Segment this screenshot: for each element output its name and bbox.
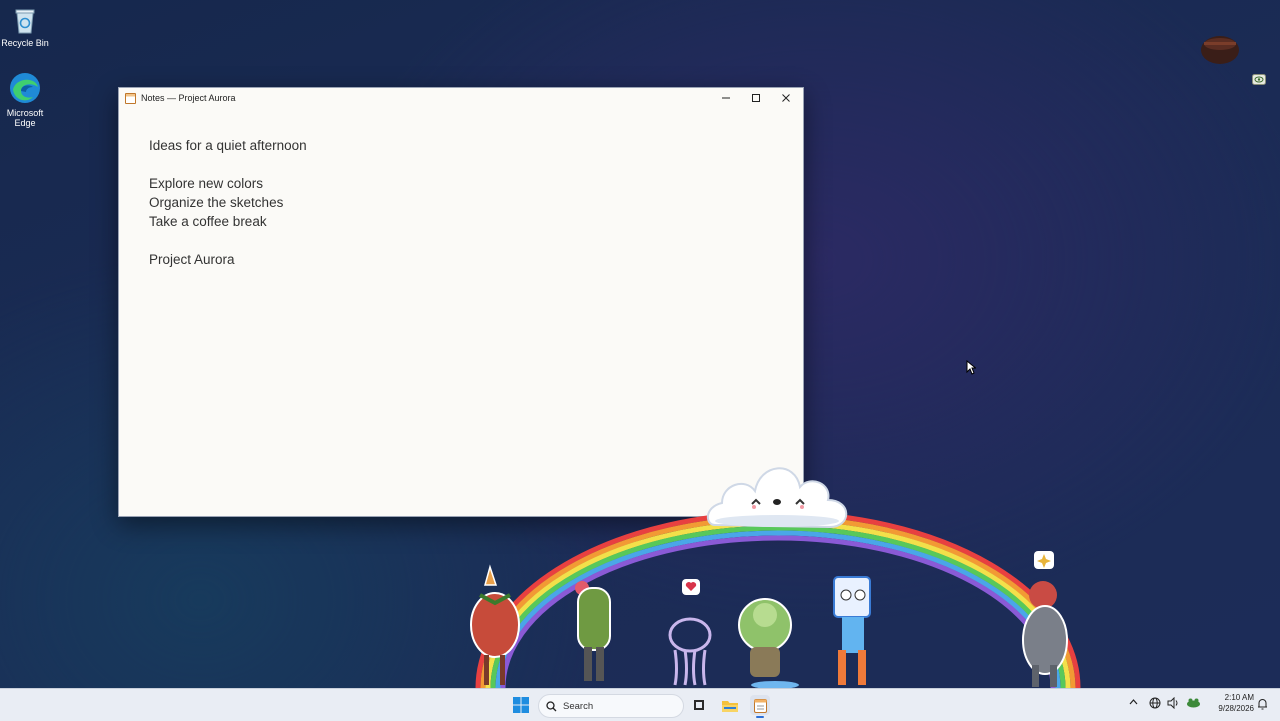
window-title: Notes — Project Aurora [141, 93, 236, 103]
title-bar[interactable]: Notes — Project Aurora [119, 88, 803, 108]
file-explorer-button[interactable] [720, 696, 740, 714]
cloud-pet[interactable] [707, 467, 848, 529]
maximize-icon [752, 94, 760, 102]
network-button[interactable] [1149, 697, 1161, 712]
desktop-pets-rainbow-scene [470, 467, 1081, 689]
task-view-button[interactable] [690, 696, 708, 714]
note-line: Organize the sketches [149, 195, 284, 210]
taskbar-search[interactable]: Search [538, 694, 684, 718]
close-icon [782, 94, 790, 102]
maximize-button[interactable] [741, 88, 771, 108]
note-line [149, 231, 307, 250]
desktop-icon-recycle-bin[interactable]: Recycle Bin [0, 6, 53, 48]
speaker-icon [1167, 696, 1178, 710]
notes-taskbar-button[interactable] [750, 695, 770, 718]
note-line: Explore new colors [149, 176, 264, 191]
minimize-button[interactable] [711, 88, 741, 108]
notes-text-area[interactable]: Ideas for a quiet afternoon Explore new … [149, 136, 307, 269]
hat-pet-icon[interactable] [1198, 32, 1242, 66]
start-button[interactable] [512, 696, 530, 714]
desktop-icon-label: Recycle Bin [1, 38, 49, 48]
desktop-icon-microsoft-edge[interactable]: Microsoft Edge [0, 72, 53, 128]
search-placeholder: Search [563, 700, 594, 712]
notifications-button[interactable] [1257, 698, 1268, 713]
task-view-icon [694, 700, 704, 710]
notepad-icon [125, 92, 136, 104]
pet-tray-button[interactable] [1186, 697, 1201, 711]
cactus-pet[interactable] [575, 581, 611, 681]
clock[interactable]: 2:10 AM 9/28/2026 [1206, 692, 1254, 714]
notes-window[interactable]: Notes — Project Aurora Ideas for a quiet… [118, 87, 804, 517]
file-explorer-icon [722, 700, 738, 712]
mug-pet[interactable] [833, 576, 871, 685]
ghost-pet[interactable] [668, 617, 712, 686]
mouse-cursor-icon [966, 360, 976, 375]
note-line [149, 155, 307, 174]
close-button[interactable] [771, 88, 801, 108]
edge-icon [10, 73, 40, 103]
lettuce-pet[interactable] [738, 598, 799, 689]
heart-bubble [682, 579, 700, 595]
recycle-bin-icon [15, 9, 35, 34]
show-hidden-icons-button[interactable] [1129, 698, 1138, 709]
taskbar: Search 2:10 AM 9/28/2026 [0, 688, 1280, 721]
frog-tray-icon [1187, 698, 1200, 708]
globe-icon [1149, 697, 1161, 709]
note-line: Ideas for a quiet afternoon [149, 138, 307, 153]
clock-time: 2:10 AM [1224, 693, 1254, 702]
note-line: Take a coffee break [149, 214, 267, 229]
volume-button[interactable] [1167, 696, 1180, 712]
bell-icon [1258, 699, 1267, 710]
notepad-icon [753, 698, 767, 713]
sparkle-bubble [1034, 551, 1054, 569]
note-line: Project Aurora [149, 252, 235, 267]
desktop-icon-label: Microsoft Edge [6, 108, 44, 128]
windows-start-icon [513, 697, 529, 713]
search-icon [546, 700, 557, 711]
chevron-up-icon [1129, 699, 1138, 705]
eye-tray-icon[interactable] [1252, 74, 1266, 85]
clock-date: 9/28/2026 [1218, 704, 1254, 713]
minimize-icon [722, 97, 730, 99]
